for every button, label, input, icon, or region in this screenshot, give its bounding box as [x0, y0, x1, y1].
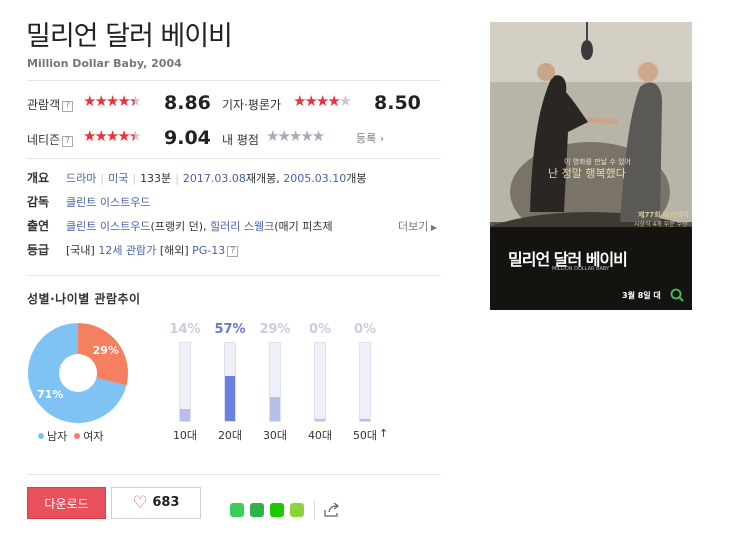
search-zoom-icon[interactable] [670, 287, 684, 306]
cafe-share-icon[interactable] [250, 503, 264, 517]
rating-audience-stars: ★★★★★ [83, 92, 142, 110]
blog-share-icon[interactable] [230, 503, 244, 517]
rating-critic: 기자·평론가 [222, 94, 281, 113]
grade-domestic-link[interactable]: 12세 관람가 [98, 244, 156, 257]
help-icon[interactable]: ? [62, 101, 74, 112]
poster-tagline-2: 난 정말 행복했다 [548, 167, 626, 180]
age-label-1: 20대 [217, 429, 243, 442]
grade-domestic-prefix: [국내] [66, 244, 95, 257]
rating-my: 내 평점 [222, 129, 259, 148]
release-suffix-2: 개봉 [346, 172, 367, 185]
gender-female-pct: 29% [93, 344, 119, 357]
age-bar-track [359, 342, 371, 422]
divider [314, 500, 315, 520]
help-icon[interactable]: ? [227, 246, 239, 257]
info-grade-label: 등급 [27, 243, 50, 257]
age-pct-0: 14% [169, 322, 201, 337]
poster-english-title: MILLION DOLLAR BABY [552, 266, 610, 272]
age-pct-1: 57% [214, 322, 246, 337]
info-cast: 클린트 이스트우드(프랭키 던), 힐러리 스웽크(매기 피츠제 [66, 220, 333, 233]
age-label-2: 30대 [262, 429, 288, 442]
cast-link-2[interactable]: 힐러리 스웽크 [210, 220, 274, 233]
release-date-1[interactable]: 2017.03.08 [183, 172, 246, 185]
rating-critic-score: 8.50 [374, 92, 421, 114]
divider [27, 80, 441, 81]
gender-legend: 남자 여자 [38, 428, 104, 444]
release-date-2[interactable]: 2005.03.10 [283, 172, 346, 185]
age-pct-4: 0% [353, 322, 377, 337]
divider [27, 158, 441, 159]
info-director: 클린트 이스트우드 [66, 194, 150, 210]
cast-more-label: 더보기 [398, 220, 429, 233]
cast-more-link[interactable]: 더보기 ▶ [398, 218, 437, 234]
age-pct-2: 29% [259, 322, 291, 337]
rating-netizen-stars: ★★★★★ [83, 127, 142, 145]
caret-right-icon: ▶ [428, 223, 438, 232]
movie-title: 밀리언 달러 베이비 [26, 21, 233, 52]
share-icon[interactable] [323, 502, 341, 518]
rating-audience-score: 8.86 [164, 92, 211, 114]
divider [27, 474, 441, 475]
age-pct-3: 0% [308, 322, 332, 337]
demographics-title: 성별·나이별 관람추이 [27, 292, 141, 306]
legend-female: 여자 [83, 430, 104, 443]
movie-poster[interactable]: 이 영화를 만날 수 있어 난 정말 행복했다 제77회 아카데미 시상식 4개… [490, 22, 692, 310]
rating-netizen: 네티즌? [27, 129, 74, 148]
memo-share-icon[interactable] [290, 503, 304, 517]
arrow-up-icon: ↑ [379, 427, 389, 440]
age-bar [315, 419, 325, 421]
legend-male: 남자 [47, 430, 68, 443]
info-grade: [국내] 12세 관람가 [해외] PG-13? [66, 242, 239, 258]
grade-overseas-prefix: [해외] [159, 244, 189, 257]
info-director-label: 감독 [27, 195, 50, 209]
like-button[interactable]: ♡ 683 [111, 487, 201, 519]
male-dot-icon [38, 433, 44, 439]
age-label-0: 10대 [172, 429, 198, 442]
age-bar [270, 397, 280, 421]
rating-netizen-score: 9.04 [164, 127, 211, 149]
poster-release: 3월 8일 대 [622, 291, 661, 300]
heart-icon: ♡ [132, 493, 148, 513]
rating-register-label: 등록 [356, 132, 377, 145]
cast-role-1: (프랭키 던) [150, 220, 204, 233]
gender-donut-chart: 29% 71% [28, 323, 128, 423]
rating-my-stars[interactable]: ★★★★★ [266, 129, 325, 144]
rating-netizen-label: 네티즌 [27, 133, 61, 147]
age-bar [225, 376, 235, 421]
rating-audience: 관람객? [27, 94, 74, 113]
age-bar-track [314, 342, 326, 422]
release-suffix-1: 재개봉 [245, 172, 277, 185]
help-icon[interactable]: ? [62, 136, 74, 147]
divider [27, 275, 441, 276]
age-label-3: 40대 [307, 429, 333, 442]
rating-critic-stars: ★★★★★ [293, 92, 352, 110]
bookmark-share-icon[interactable] [270, 503, 284, 517]
grade-overseas: PG-13 [192, 244, 226, 257]
info-overview: 드라마 | 미국 | 133분 | 2017.03.08재개봉, 2005.03.10개봉 [66, 172, 367, 185]
age-bar-track [179, 342, 191, 422]
age-bar-track [224, 342, 236, 422]
rating-critic-label: 기자·평론가 [222, 98, 282, 112]
rating-register-link[interactable]: 등록 › [356, 130, 384, 146]
country-link[interactable]: 미국 [108, 172, 128, 185]
age-bar-track [269, 342, 281, 422]
info-overview-label: 개요 [27, 171, 50, 185]
genre-link[interactable]: 드라마 [66, 172, 96, 185]
age-bar [360, 419, 370, 421]
info-cast-label: 출연 [27, 219, 50, 233]
like-count: 683 [152, 495, 180, 510]
rating-audience-label: 관람객 [27, 98, 61, 112]
cast-role-2: (매기 피츠제 [274, 220, 333, 233]
chevron-right-icon: › [376, 132, 385, 145]
age-bar [180, 409, 190, 421]
cast-link-1[interactable]: 클린트 이스트우드 [66, 220, 150, 233]
gender-male-pct: 71% [37, 388, 63, 401]
download-button[interactable]: 다운로드 [27, 487, 106, 519]
female-dot-icon [74, 433, 81, 439]
rating-my-label: 내 평점 [222, 133, 259, 147]
director-link[interactable]: 클린트 이스트우드 [66, 196, 150, 209]
runtime: 133분 [140, 172, 172, 185]
movie-subtitle: Million Dollar Baby, 2004 [27, 57, 182, 70]
poster-award-2: 시상식 4개 부문 수상 [634, 221, 688, 228]
